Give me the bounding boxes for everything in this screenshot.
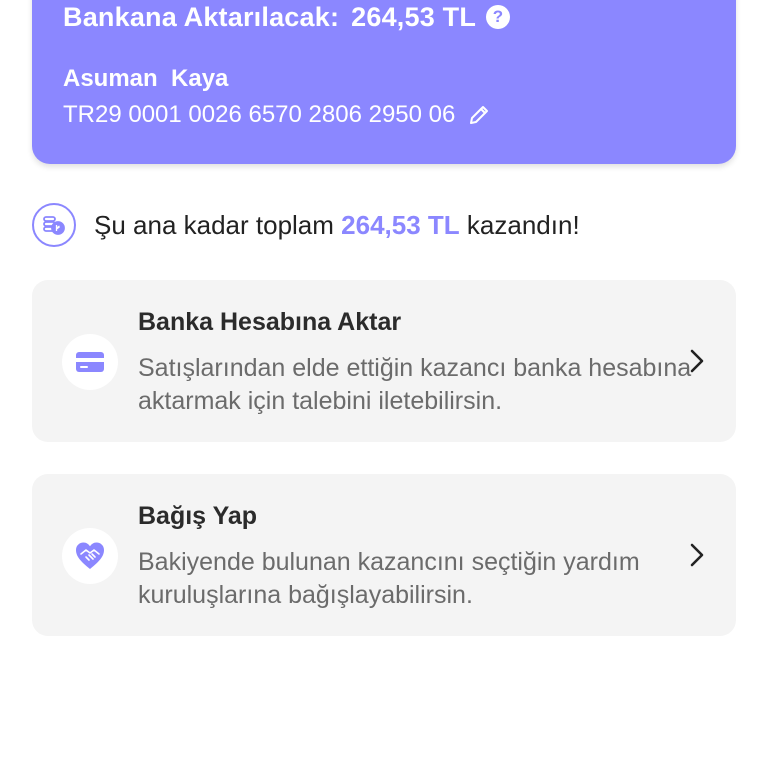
iban-row: TR29 0001 0026 6570 2806 2950 06 xyxy=(63,101,491,129)
credit-card-icon xyxy=(62,334,118,390)
earnings-suffix: kazandın! xyxy=(466,209,580,240)
earnings-prefix: Şu ana kadar toplam xyxy=(94,209,334,240)
bank-account-card: Bankana Aktarılacak: 264,53 TL ? Asuman … xyxy=(32,0,736,164)
donate-option[interactable]: Bağış Yap Bakiyende bulunan kazancını se… xyxy=(32,474,736,636)
bank-transfer-description: Satışlarından elde ettiğin kazancı banka… xyxy=(138,354,692,415)
bank-transfer-option[interactable]: Banka Hesabına Aktar Satışlarından elde … xyxy=(32,280,736,442)
donate-description: Bakiyende bulunan kazancını seçtiğin yar… xyxy=(138,548,640,609)
edit-iban-icon[interactable] xyxy=(467,103,491,127)
help-icon[interactable]: ? xyxy=(486,5,511,29)
transfer-amount: 264,53 TL xyxy=(351,1,477,32)
total-earnings: Şu ana kadar toplam 264,53 TL kazandın! xyxy=(32,202,580,248)
heart-handshake-icon xyxy=(62,528,118,584)
earnings-amount: 264,53 TL xyxy=(341,209,460,240)
chevron-right-icon xyxy=(682,346,712,376)
donate-title: Bağış Yap xyxy=(138,502,258,530)
bank-transfer-title: Banka Hesabına Aktar xyxy=(138,308,402,336)
coins-icon xyxy=(32,203,76,247)
iban-number: TR29 0001 0026 6570 2806 2950 06 xyxy=(63,101,456,128)
earnings-page: Bankana Aktarılacak: 264,53 TL ? Asuman … xyxy=(0,0,768,768)
chevron-right-icon xyxy=(682,540,712,570)
account-holder-name: Asuman Kaya xyxy=(63,65,229,92)
transfer-summary: Bankana Aktarılacak: 264,53 TL ? xyxy=(63,0,511,37)
transfer-label: Bankana Aktarılacak: xyxy=(63,1,340,32)
earnings-text: Şu ana kadar toplam 264,53 TL kazandın! xyxy=(94,210,580,241)
